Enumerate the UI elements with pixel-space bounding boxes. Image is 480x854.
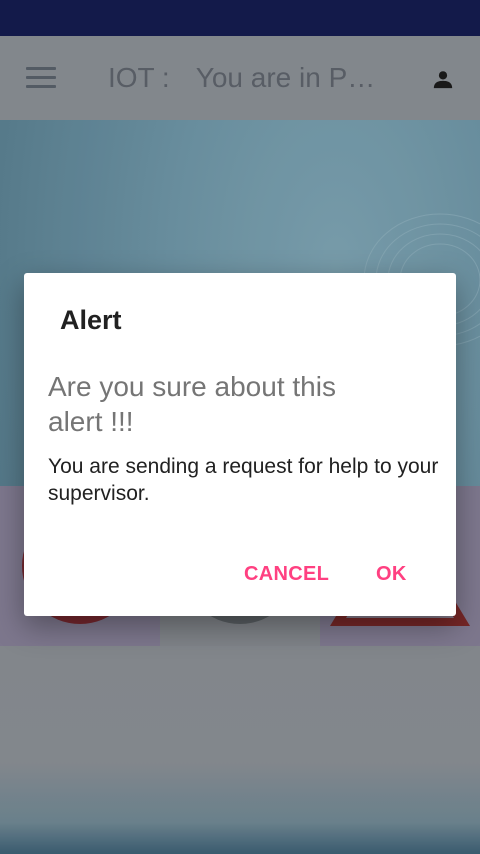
dialog-title: Alert — [60, 305, 122, 335]
dialog-message: You are sending a request for help to yo… — [48, 455, 439, 505]
ok-button[interactable]: OK — [376, 556, 407, 592]
alert-dialog: Alert Are you sure about this alert !!! … — [24, 273, 456, 616]
dialog-heading: Are you sure about this alert !!! — [48, 371, 336, 437]
cancel-button[interactable]: CANCEL — [244, 556, 329, 592]
status-bar — [0, 0, 480, 36]
